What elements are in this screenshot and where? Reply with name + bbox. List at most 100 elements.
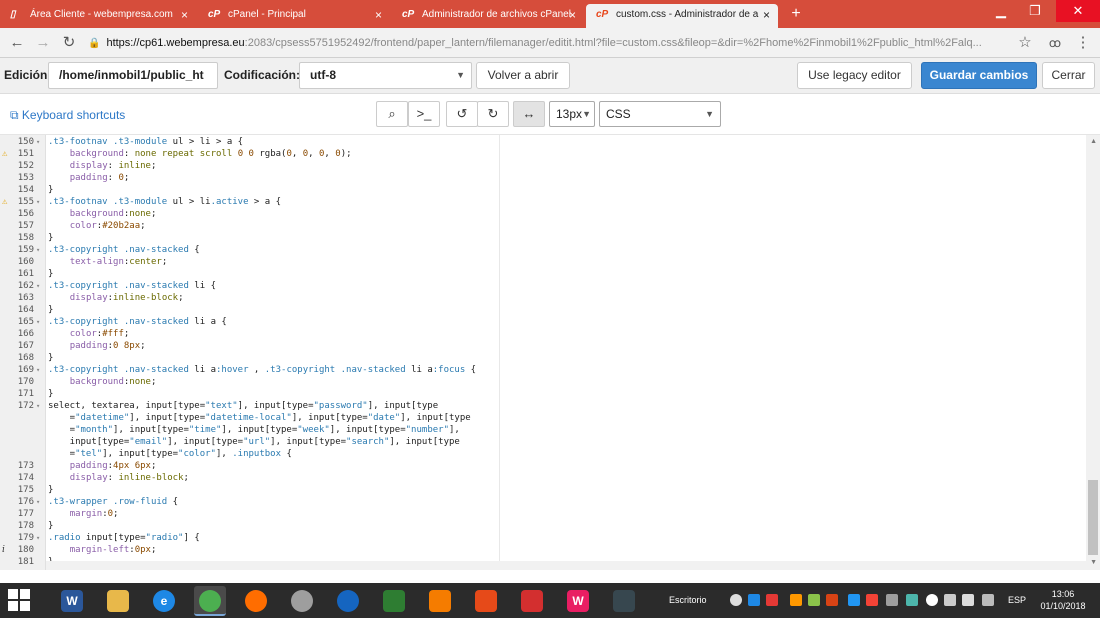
fold-arrow-icon[interactable]: ▾ bbox=[36, 244, 44, 256]
code-line[interactable]: 152 display: inline; bbox=[0, 160, 498, 172]
code-line[interactable]: i 180 margin-left:0px; bbox=[0, 544, 498, 556]
back-icon[interactable]: ← bbox=[6, 32, 28, 54]
code-line[interactable]: 174 display: inline-block; bbox=[0, 472, 498, 484]
redo-button[interactable]: ↻ bbox=[477, 101, 509, 127]
reload-icon[interactable]: ↻ bbox=[58, 32, 80, 54]
tray-app-icon[interactable] bbox=[848, 594, 860, 606]
menu-kebab-icon[interactable]: ⋮ bbox=[1072, 32, 1094, 54]
wrap-toggle-button[interactable]: ↔ bbox=[513, 101, 545, 127]
code-line[interactable]: ⚠ 155 ▾ .t3-footnav .t3-module ul > li.acti… bbox=[0, 196, 498, 208]
code-line[interactable]: 170 background:none; bbox=[0, 376, 498, 388]
code-line[interactable]: 163 display:inline-block; bbox=[0, 292, 498, 304]
mode-select[interactable]: CSS ▼ bbox=[599, 101, 721, 127]
code-line[interactable]: ⚠ 151 background: none repeat scroll 0 0 … bbox=[0, 148, 498, 160]
fold-arrow-icon[interactable]: ▾ bbox=[36, 532, 44, 544]
scrollbar-thumb[interactable] bbox=[1088, 480, 1098, 555]
reopen-button[interactable]: Volver a abrir bbox=[476, 62, 570, 89]
new-tab-button[interactable]: + bbox=[786, 4, 806, 24]
code-line[interactable]: 173 padding:4px 6px; bbox=[0, 460, 498, 472]
tray-app-icon[interactable] bbox=[926, 594, 938, 606]
code-line[interactable]: 162 ▾ .t3-copyright .nav-stacked li { bbox=[0, 280, 498, 292]
tray-app-icon[interactable] bbox=[886, 594, 898, 606]
keyboard-shortcuts-link[interactable]: ⧉ Keyboard shortcuts bbox=[10, 108, 125, 123]
pro-app-icon[interactable] bbox=[286, 586, 318, 616]
network-icon[interactable] bbox=[944, 594, 956, 606]
code-line[interactable]: ="month"], input[type="time"], input[typ… bbox=[0, 424, 498, 436]
close-tab-icon[interactable]: × bbox=[763, 4, 770, 26]
desktop-toolbar-label[interactable]: Escritorio bbox=[669, 595, 707, 605]
fold-arrow-icon[interactable]: ▾ bbox=[36, 400, 44, 412]
legacy-editor-button[interactable]: Use legacy editor bbox=[797, 62, 912, 89]
volume-icon[interactable] bbox=[982, 594, 994, 606]
close-tab-icon[interactable]: × bbox=[569, 4, 576, 26]
windows-start-icon[interactable] bbox=[8, 589, 30, 611]
code-line[interactable]: 157 color:#20b2aa; bbox=[0, 220, 498, 232]
settings-app-icon[interactable] bbox=[424, 586, 456, 616]
code-line[interactable]: 156 background:none; bbox=[0, 208, 498, 220]
restore-button[interactable]: ❐ bbox=[1018, 0, 1052, 22]
code-line[interactable]: 159 ▾ .t3-copyright .nav-stacked { bbox=[0, 244, 498, 256]
tray-app-icon[interactable] bbox=[866, 594, 878, 606]
code-line[interactable]: 179 ▾ .radio input[type="radio"] { bbox=[0, 532, 498, 544]
code-line[interactable]: 175} bbox=[0, 484, 498, 496]
goto-line-button[interactable]: >_ bbox=[408, 101, 440, 127]
tray-app-icon[interactable] bbox=[906, 594, 918, 606]
code-line[interactable]: 172 ▾ select, textarea, input[type="text"]… bbox=[0, 400, 498, 412]
file-path-field[interactable]: /home/inmobil1/public_ht bbox=[48, 62, 218, 89]
tray-app-icon[interactable] bbox=[748, 594, 760, 606]
code-editor[interactable]: 150 ▾ .t3-footnav .t3-module ul > li > a {… bbox=[0, 134, 1100, 571]
encoding-select[interactable]: utf-8 ▼ bbox=[299, 62, 472, 89]
incognito-icon[interactable]: ꝏ bbox=[1044, 32, 1066, 54]
word-icon[interactable]: W bbox=[56, 586, 88, 616]
code-line[interactable]: 165 ▾ .t3-copyright .nav-stacked li a { bbox=[0, 316, 498, 328]
tray-app-icon[interactable] bbox=[826, 594, 838, 606]
minimize-button[interactable]: ▁ bbox=[984, 0, 1018, 22]
close-window-button[interactable]: ✕ bbox=[1056, 0, 1100, 22]
tab-custom-css[interactable]: cP custom.css - Administrador de a × bbox=[586, 4, 778, 28]
thunderbird-icon[interactable] bbox=[332, 586, 364, 616]
tab-administrador-archivos[interactable]: cP Administrador de archivos cPanel × bbox=[392, 4, 584, 28]
fold-arrow-icon[interactable]: ▾ bbox=[36, 496, 44, 508]
code-line[interactable]: 168} bbox=[0, 352, 498, 364]
fold-arrow-icon[interactable]: ▾ bbox=[36, 136, 44, 148]
undo-button[interactable]: ↺ bbox=[446, 101, 478, 127]
code-line[interactable]: 167 padding:0 8px; bbox=[0, 340, 498, 352]
code-line[interactable]: 158} bbox=[0, 232, 498, 244]
search-button[interactable]: ⌕ bbox=[376, 101, 408, 127]
code-line[interactable]: 166 color:#fff; bbox=[0, 328, 498, 340]
language-indicator[interactable]: ESP bbox=[1008, 595, 1026, 605]
firefox-icon[interactable] bbox=[240, 586, 272, 616]
close-button[interactable]: Cerrar bbox=[1042, 62, 1095, 89]
calendar-app-icon[interactable] bbox=[470, 586, 502, 616]
wamp-icon[interactable]: W bbox=[562, 586, 594, 616]
chrome-icon[interactable] bbox=[194, 586, 226, 616]
code-line[interactable]: 169 ▾ .t3-copyright .nav-stacked li a:hove… bbox=[0, 364, 498, 376]
flag-icon[interactable] bbox=[962, 594, 974, 606]
code-line[interactable]: ="tel"], input[type="color"], .inputbox … bbox=[0, 448, 498, 460]
tray-app-icon[interactable] bbox=[790, 594, 802, 606]
code-line[interactable]: 171} bbox=[0, 388, 498, 400]
code-line[interactable]: 176 ▾ .t3-wrapper .row-fluid { bbox=[0, 496, 498, 508]
fold-arrow-icon[interactable]: ▾ bbox=[36, 364, 44, 376]
save-changes-button[interactable]: Guardar cambios bbox=[921, 62, 1037, 89]
bookmark-star-icon[interactable]: ☆ bbox=[1014, 32, 1036, 54]
code-line[interactable]: 177 margin:0; bbox=[0, 508, 498, 520]
fold-arrow-icon[interactable]: ▾ bbox=[36, 280, 44, 292]
tab-area-cliente[interactable]: ▯ Área Cliente - webempresa.com × bbox=[0, 4, 196, 28]
tray-app-icon[interactable] bbox=[808, 594, 820, 606]
scroll-up-icon[interactable]: ▲ bbox=[1090, 138, 1097, 145]
fold-arrow-icon[interactable]: ▾ bbox=[36, 196, 44, 208]
system-clock[interactable]: 13:06 01/10/2018 bbox=[1034, 588, 1092, 612]
code-line[interactable]: ="datetime"], input[type="datetime-local… bbox=[0, 412, 498, 424]
url-field[interactable]: 🔒 https://cp61.webempresa.eu:2083/cpsess5… bbox=[88, 32, 1008, 54]
code-line[interactable]: 154} bbox=[0, 184, 498, 196]
code-line[interactable]: 150 ▾ .t3-footnav .t3-module ul > li > a { bbox=[0, 136, 498, 148]
fold-arrow-icon[interactable]: ▾ bbox=[36, 316, 44, 328]
close-tab-icon[interactable]: × bbox=[375, 4, 382, 26]
forward-icon[interactable]: → bbox=[32, 32, 54, 54]
code-line[interactable]: 161} bbox=[0, 268, 498, 280]
tab-cpanel-principal[interactable]: cP cPanel - Principal × bbox=[198, 4, 390, 28]
cube-app-icon[interactable] bbox=[516, 586, 548, 616]
dark-app-icon[interactable] bbox=[608, 586, 640, 616]
code-line[interactable]: 153 padding: 0; bbox=[0, 172, 498, 184]
